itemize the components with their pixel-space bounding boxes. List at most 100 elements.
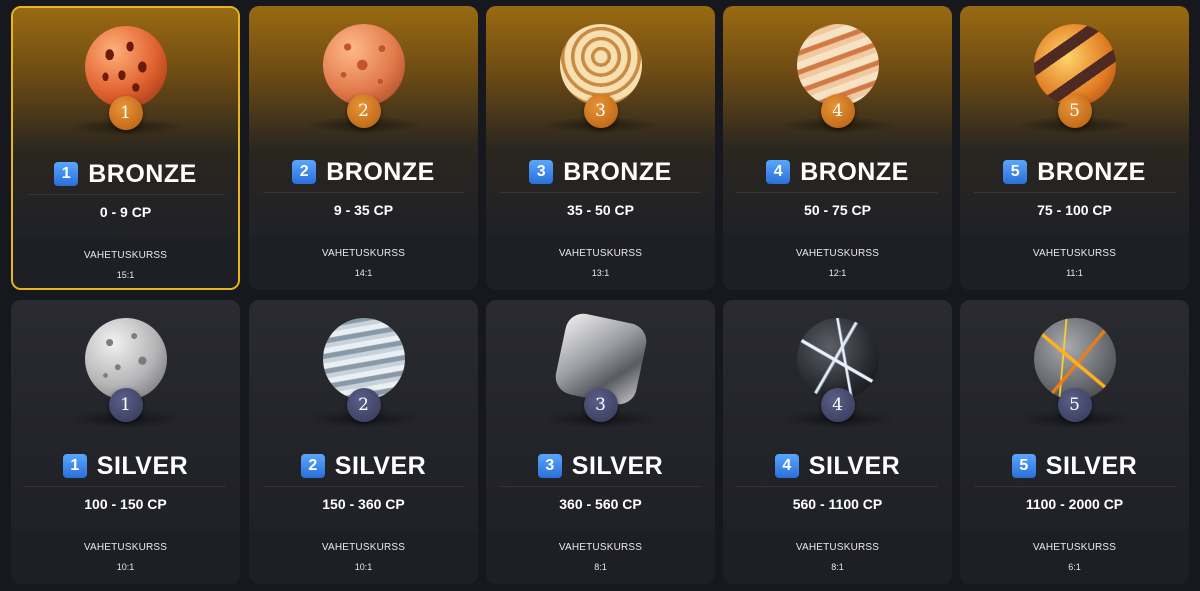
level-number-icon: 2	[292, 160, 317, 184]
cp-range: 9 - 35 CP	[333, 202, 394, 218]
tier-name: SILVER	[334, 451, 427, 480]
level-number-icon: 1	[62, 454, 87, 478]
exchange-rate-value: 10:1	[116, 562, 135, 572]
exchange-rate-label: VAHETUSKURSS	[558, 542, 643, 553]
tier-card-silver-3[interactable]: 3 3 SILVER 360 - 560 CP VAHETUSKURSS 8:1	[486, 300, 715, 584]
level-number-icon: 3	[537, 454, 562, 478]
level-number-icon: 5	[1003, 160, 1028, 184]
divider	[737, 192, 938, 193]
tier-name: SILVER	[96, 451, 189, 480]
exchange-rate-value: 8:1	[831, 562, 844, 572]
tier-name: SILVER	[571, 451, 664, 480]
tier-title: 3 BRONZE	[486, 152, 715, 192]
tier-card-footer: VAHETUSKURSS 13:1	[486, 237, 715, 290]
level-badge: 5	[1057, 94, 1092, 128]
level-number-icon: 5	[1011, 454, 1036, 478]
level-badge: 2	[346, 94, 381, 128]
level-badge: 3	[583, 94, 618, 128]
exchange-rate-value: 10:1	[354, 562, 373, 572]
divider	[263, 192, 464, 193]
tier-name: BRONZE	[563, 157, 672, 186]
tier-card-footer: VAHETUSKURSS 14:1	[249, 237, 478, 290]
exchange-rate-value: 8:1	[594, 562, 607, 572]
exchange-rate-label: VAHETUSKURSS	[558, 248, 643, 259]
tier-title: 4 SILVER	[723, 446, 952, 486]
cp-range: 1100 - 2000 CP	[1025, 496, 1124, 512]
tier-card-header: 5 5 SILVER 1100 - 2000 CP	[960, 300, 1189, 531]
tier-card-bronze-2[interactable]: 2 2 BRONZE 9 - 35 CP VAHETUSKURSS 14:1	[249, 6, 478, 290]
tier-name: BRONZE	[326, 157, 435, 186]
cp-range: 0 - 9 CP	[99, 204, 152, 220]
tier-card-silver-4[interactable]: 4 4 SILVER 560 - 1100 CP VAHETUSKURSS 8:…	[723, 300, 952, 584]
divider	[263, 486, 464, 487]
exchange-rate-label: VAHETUSKURSS	[795, 248, 880, 259]
tier-name: BRONZE	[800, 157, 909, 186]
tier-card-silver-2[interactable]: 2 2 SILVER 150 - 360 CP VAHETUSKURSS 10:…	[249, 300, 478, 584]
tier-card-header: 1 1 SILVER 100 - 150 CP	[11, 300, 240, 531]
tier-card-header: 2 2 BRONZE 9 - 35 CP	[249, 6, 478, 237]
divider	[27, 194, 224, 195]
divider	[500, 192, 701, 193]
level-badge: 5	[1057, 388, 1092, 422]
tier-card-header: 3 3 SILVER 360 - 560 CP	[486, 300, 715, 531]
tier-card-footer: VAHETUSKURSS 15:1	[13, 239, 238, 288]
exchange-rate-value: 15:1	[116, 270, 135, 280]
tier-card-header: 4 4 BRONZE 50 - 75 CP	[723, 6, 952, 237]
tier-name: BRONZE	[88, 159, 197, 188]
tier-card-footer: VAHETUSKURSS 8:1	[723, 531, 952, 584]
divider	[500, 486, 701, 487]
level-badge: 3	[583, 388, 618, 422]
tier-card-header: 4 4 SILVER 560 - 1100 CP	[723, 300, 952, 531]
cp-range: 560 - 1100 CP	[792, 496, 883, 512]
exchange-rate-label: VAHETUSKURSS	[321, 542, 406, 553]
cp-range: 100 - 150 CP	[84, 496, 167, 512]
tier-card-header: 5 5 BRONZE 75 - 100 CP	[960, 6, 1189, 237]
tier-card-footer: VAHETUSKURSS 12:1	[723, 237, 952, 290]
level-number-icon: 2	[300, 454, 325, 478]
tier-card-bronze-1[interactable]: 1 1 BRONZE 0 - 9 CP VAHETUSKURSS 15:1	[11, 6, 240, 290]
tier-title: 2 SILVER	[249, 446, 478, 486]
tier-card-header: 3 3 BRONZE 35 - 50 CP	[486, 6, 715, 237]
exchange-rate-label: VAHETUSKURSS	[795, 542, 880, 553]
exchange-rate-value: 11:1	[1066, 268, 1083, 278]
tier-title: 4 BRONZE	[723, 152, 952, 192]
tier-title: 3 SILVER	[486, 446, 715, 486]
tier-card-header: 1 1 BRONZE 0 - 9 CP	[13, 8, 238, 239]
level-number-icon: 3	[529, 160, 554, 184]
exchange-rate-label: VAHETUSKURSS	[321, 248, 406, 259]
tier-title: 1 SILVER	[11, 446, 240, 486]
tier-name: BRONZE	[1037, 157, 1146, 186]
tier-name: SILVER	[808, 451, 901, 480]
tier-card-footer: VAHETUSKURSS 10:1	[249, 531, 478, 584]
tier-card-silver-1[interactable]: 1 1 SILVER 100 - 150 CP VAHETUSKURSS 10:…	[11, 300, 240, 584]
tier-title: 1 BRONZE	[13, 154, 238, 194]
tier-card-bronze-4[interactable]: 4 4 BRONZE 50 - 75 CP VAHETUSKURSS 12:1	[723, 6, 952, 290]
tier-card-footer: VAHETUSKURSS 8:1	[486, 531, 715, 584]
level-badge: 4	[820, 388, 855, 422]
exchange-rate-label: VAHETUSKURSS	[1032, 248, 1117, 259]
tier-title: 2 BRONZE	[249, 152, 478, 192]
tier-card-header: 2 2 SILVER 150 - 360 CP	[249, 300, 478, 531]
divider	[974, 486, 1175, 487]
tier-grid: 1 1 BRONZE 0 - 9 CP VAHETUSKURSS 15:1 2 …	[0, 0, 1200, 591]
level-badge: 1	[108, 96, 143, 130]
cp-range: 50 - 75 CP	[804, 202, 871, 218]
level-badge: 1	[108, 388, 143, 422]
level-number-icon: 1	[54, 162, 79, 186]
tier-card-footer: VAHETUSKURSS 6:1	[960, 531, 1189, 584]
level-badge: 2	[346, 388, 381, 422]
cp-range: 75 - 100 CP	[1037, 202, 1112, 218]
level-number-icon: 4	[774, 454, 799, 478]
tier-title: 5 SILVER	[960, 446, 1189, 486]
cp-range: 360 - 560 CP	[559, 496, 642, 512]
tier-card-bronze-3[interactable]: 3 3 BRONZE 35 - 50 CP VAHETUSKURSS 13:1	[486, 6, 715, 290]
tier-card-silver-5[interactable]: 5 5 SILVER 1100 - 2000 CP VAHETUSKURSS 6…	[960, 300, 1189, 584]
tier-card-bronze-5[interactable]: 5 5 BRONZE 75 - 100 CP VAHETUSKURSS 11:1	[960, 6, 1189, 290]
divider	[25, 486, 226, 487]
level-badge: 4	[820, 94, 855, 128]
tier-title: 5 BRONZE	[960, 152, 1189, 192]
divider	[974, 192, 1175, 193]
tier-card-footer: VAHETUSKURSS 11:1	[960, 237, 1189, 290]
level-number-icon: 4	[766, 160, 791, 184]
tier-card-footer: VAHETUSKURSS 10:1	[11, 531, 240, 584]
